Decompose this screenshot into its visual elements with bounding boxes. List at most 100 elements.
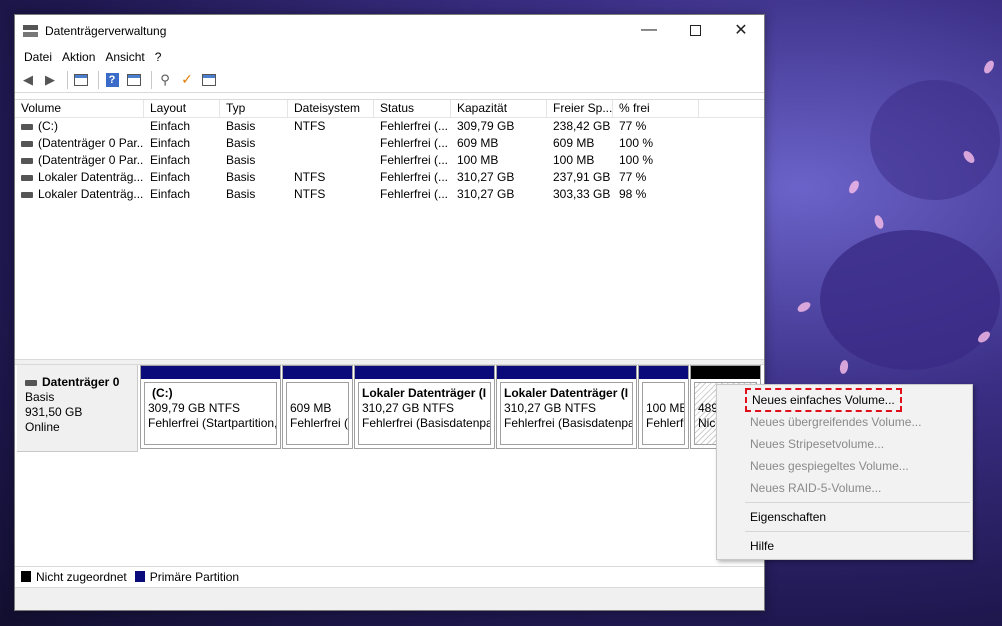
context-menu: Neues einfaches Volume... Neues übergrei… [716,384,973,560]
cell-layout: Einfach [150,119,191,133]
disk-size: 931,50 GB [25,405,83,419]
disk-info[interactable]: Datenträger 0 Basis 931,50 GB Online [17,365,138,452]
cell-layout: Einfach [150,187,191,201]
volume-icon [21,123,33,130]
column-capacity[interactable]: Kapazität [451,100,547,117]
partition-size: 609 MB [290,401,332,415]
partition-size: 310,27 GB NTFS [362,401,455,415]
table-row[interactable]: (C:) Einfach Basis NTFS Fehlerfrei (... … [15,118,764,135]
partition-title [646,386,681,401]
menu-action[interactable]: Aktion [57,50,100,64]
menu-item-help[interactable]: Hilfe [717,535,972,557]
table-row[interactable]: (Datenträger 0 Par... Einfach Basis Fehl… [15,135,764,152]
primary-partition-bar [355,366,494,379]
cell-volume: (Datenträger 0 Par... [38,136,144,150]
column-filesystem[interactable]: Dateisystem [288,100,374,117]
cell-free-space: 303,33 GB [553,187,611,201]
check-button[interactable]: ✓ [178,71,196,89]
settings-button[interactable] [200,71,218,89]
partition-local-1[interactable]: Lokaler Datenträger (I 310,27 GB NTFS Fe… [354,365,495,449]
properties-icon [127,73,141,86]
console-tree-icon [74,73,88,86]
partition-status: Fehlerf [646,416,684,430]
arrow-left-icon: ◀ [23,71,33,87]
menu-file[interactable]: Datei [19,50,57,64]
cell-type: Basis [226,119,256,133]
close-icon: ✕ [734,22,748,39]
cell-capacity: 310,27 GB [457,170,515,184]
partition-c[interactable]: (C:) 309,79 GB NTFS Fehlerfrei (Startpar… [140,365,281,449]
legend: Nicht zugeordnet Primäre Partition [15,566,764,586]
partition-title: Lokaler Datenträger (I [504,386,629,400]
cell-percent-free: 100 % [619,153,654,167]
cell-free-space: 237,91 GB [553,170,611,184]
show-hide-tree-button[interactable] [72,71,90,89]
partition-title [290,386,345,401]
unallocated-bar [691,366,760,379]
cell-capacity: 609 MB [457,136,499,150]
unallocated-swatch [21,571,31,582]
legend-unallocated: Nicht zugeordnet [36,569,127,584]
menu-item-new-simple-volume[interactable]: Neues einfaches Volume... [717,388,972,412]
disk-management-icon [23,24,39,38]
status-bar [15,587,764,610]
volume-icon [21,157,33,164]
disk-icon [25,379,37,386]
partition-recovery[interactable]: 609 MB Fehlerfrei ( [282,365,353,449]
cell-volume: Lokaler Datenträg... [38,187,144,201]
minimize-button[interactable]: — [626,15,672,45]
forward-button[interactable]: ▶ [41,71,59,89]
toolbar-separator [151,70,152,89]
menu-bar: Datei Aktion Ansicht ? [15,47,764,67]
table-row[interactable]: Lokaler Datenträg... Einfach Basis NTFS … [15,186,764,203]
menu-help[interactable]: ? [150,50,167,64]
arrow-right-icon: ▶ [45,71,55,87]
partition-efi[interactable]: 100 MB Fehlerf [638,365,689,449]
partition-size: 309,79 GB NTFS [148,401,241,415]
column-status[interactable]: Status [374,100,451,117]
table-row[interactable]: (Datenträger 0 Par... Einfach Basis Fehl… [15,152,764,169]
cell-free-space: 238,42 GB [553,119,611,133]
menu-item-new-striped-volume: Neues Stripesetvolume... [750,437,885,451]
partition-title: Lokaler Datenträger (I [362,386,487,400]
column-layout[interactable]: Layout [144,100,220,117]
menu-view[interactable]: Ansicht [100,50,149,64]
help-button[interactable]: ? [103,71,121,89]
cell-filesystem [288,152,374,169]
cell-capacity: 309,79 GB [457,119,515,133]
menu-item-properties[interactable]: Eigenschaften [717,506,972,528]
primary-partition-swatch [134,571,145,582]
close-button[interactable]: ✕ [718,15,764,45]
cell-layout: Einfach [150,136,191,150]
column-volume[interactable]: Volume [15,100,144,117]
cell-free-space: 100 MB [553,153,595,167]
cell-percent-free: 77 % [619,170,647,184]
partition-title: (C:) [152,386,173,400]
cell-volume: (C:) [38,119,58,133]
primary-partition-bar [497,366,636,379]
rescan-button[interactable]: ⚲ [156,71,174,89]
primary-partition-bar [141,366,280,379]
partition-size: 100 MB [646,401,685,415]
disk-name: Datenträger 0 [42,375,120,389]
menu-item-new-raid5-volume: Neues RAID-5-Volume... [750,481,882,495]
partition-status: Fehlerfrei ( [290,416,349,430]
volume-icon [21,140,33,147]
properties-button[interactable] [125,71,143,89]
menu-item-new-spanned-volume: Neues übergreifendes Volume... [750,415,922,429]
primary-partition-bar [283,366,352,379]
settings-list-icon [202,73,216,86]
column-free-space[interactable]: Freier Sp... [547,100,613,117]
cell-capacity: 310,27 GB [457,187,515,201]
maximize-icon [689,24,701,36]
maximize-button[interactable] [672,15,718,45]
cell-free-space: 609 MB [553,136,595,150]
table-row[interactable]: Lokaler Datenträg... Einfach Basis NTFS … [15,169,764,186]
partition-local-2[interactable]: Lokaler Datenträger (I 310,27 GB NTFS Fe… [496,365,637,449]
column-percent-free[interactable]: % frei [613,100,699,117]
partition-size: 310,27 GB NTFS [504,401,597,415]
cell-filesystem: NTFS [294,187,326,201]
back-button[interactable]: ◀ [19,71,37,89]
column-type[interactable]: Typ [220,100,288,117]
cell-layout: Einfach [150,153,191,167]
